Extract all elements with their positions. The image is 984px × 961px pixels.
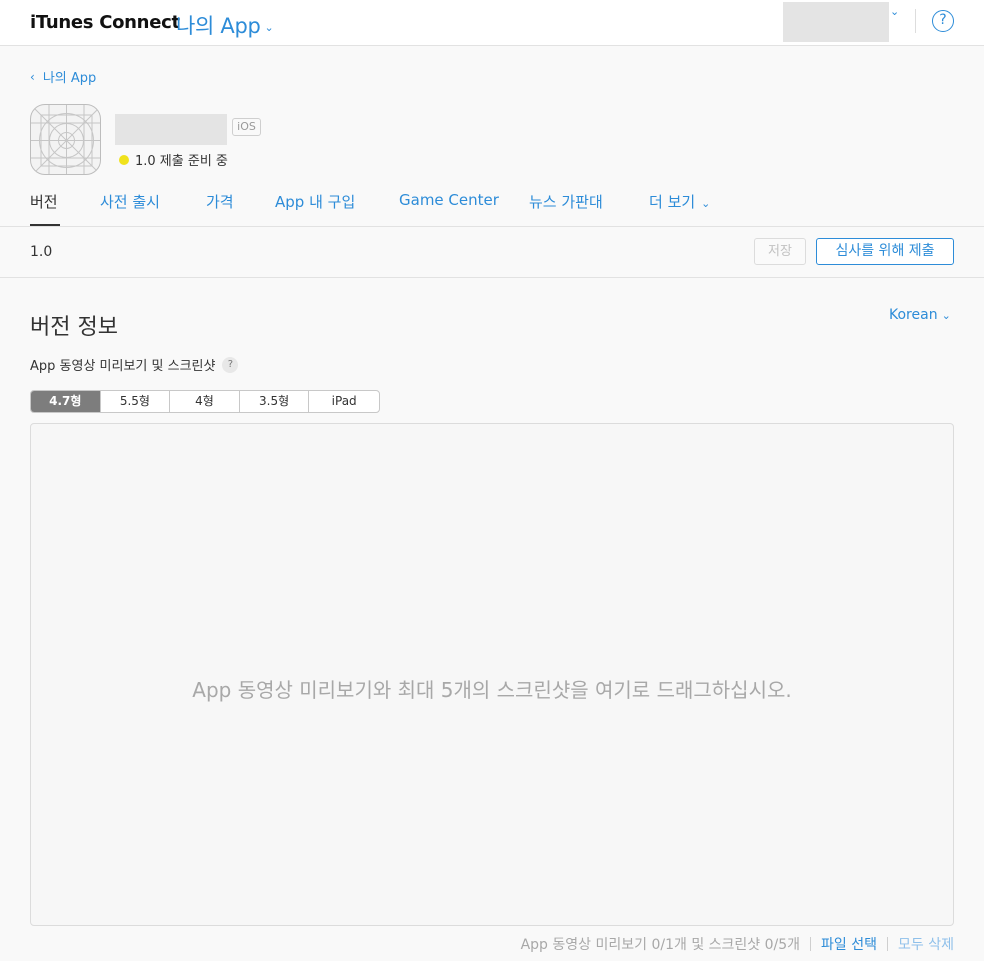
version-number: 1.0 — [30, 244, 53, 260]
chevron-down-icon: ⌄ — [264, 20, 274, 34]
device-size-tabs: 4.7형 5.5형 4형 3.5형 iPad — [30, 390, 380, 413]
media-label: App 동영상 미리보기 및 스크린샷 — [30, 359, 216, 374]
account-chevron-down-icon[interactable]: ⌄ — [890, 5, 899, 18]
tab-newsstand[interactable]: 뉴스 가판대 — [529, 191, 603, 212]
device-tab-ipad[interactable]: iPad — [309, 391, 379, 412]
choose-file-link[interactable]: 파일 선택 — [821, 934, 877, 954]
screenshot-dropzone[interactable]: App 동영상 미리보기와 최대 5개의 스크린샷을 여기로 드래그하십시오. — [30, 423, 954, 926]
chevron-left-icon: ‹ — [30, 69, 35, 84]
tab-prerelease[interactable]: 사전 출시 — [100, 191, 160, 212]
status-label: 1.0 제출 준비 중 — [135, 154, 228, 169]
help-icon[interactable]: ? — [932, 10, 954, 32]
language-label: Korean — [889, 307, 938, 323]
tab-game-center[interactable]: Game Center — [399, 191, 499, 209]
delete-all-link[interactable]: 모두 삭제 — [898, 934, 954, 954]
device-tab-3-5[interactable]: 3.5형 — [240, 391, 310, 412]
dropzone-hint: App 동영상 미리보기와 최대 5개의 스크린샷을 여기로 드래그하십시오. — [192, 678, 792, 702]
status-dot-icon — [119, 154, 129, 165]
media-section-label: App 동영상 미리보기 및 스크린샷 ? — [30, 355, 239, 374]
app-name-placeholder — [115, 114, 227, 145]
tab-more[interactable]: 더 보기 ⌄ — [649, 191, 710, 212]
top-bar: iTunes Connect 나의 App ⌄ ⌄ ? — [0, 0, 984, 46]
help-icon[interactable]: ? — [222, 356, 239, 373]
platform-badge: iOS — [232, 118, 261, 136]
tab-more-label: 더 보기 — [649, 193, 696, 211]
app-menu-label: 나의 App — [176, 14, 261, 38]
chevron-down-icon: ⌄ — [701, 197, 711, 210]
header-divider — [915, 9, 916, 33]
tab-pricing[interactable]: 가격 — [206, 191, 234, 212]
app-status: 1.0 제출 준비 중 — [119, 150, 228, 169]
device-tab-4-7[interactable]: 4.7형 — [31, 391, 101, 412]
tab-version[interactable]: 버전 — [30, 191, 58, 212]
device-tab-5-5[interactable]: 5.5형 — [101, 391, 171, 412]
save-button[interactable]: 저장 — [754, 238, 806, 265]
media-footer: App 동영상 미리보기 0/1개 및 스크린샷 0/5개 파일 선택 모두 삭… — [521, 934, 954, 954]
account-name[interactable] — [783, 2, 889, 42]
section-title: 버전 정보 — [30, 315, 118, 340]
chevron-down-icon: ⌄ — [941, 309, 951, 322]
submit-for-review-button[interactable]: 심사를 위해 제출 — [816, 238, 954, 265]
tabs-divider — [0, 226, 984, 227]
app-menu[interactable]: 나의 App ⌄ — [176, 10, 274, 40]
app-icon-grid-icon — [31, 105, 100, 174]
footer-divider — [887, 937, 889, 951]
brand-logo[interactable]: iTunes Connect — [30, 12, 180, 33]
back-link-label: 나의 App — [42, 71, 97, 86]
tab-in-app-purchases[interactable]: App 내 구입 — [275, 191, 355, 212]
language-selector[interactable]: Korean ⌄ — [889, 307, 951, 323]
toolbar-divider — [0, 277, 984, 278]
back-link[interactable]: ‹ 나의 App — [30, 67, 97, 87]
footer-divider — [810, 937, 812, 951]
app-icon-placeholder — [30, 104, 101, 175]
device-tab-4[interactable]: 4형 — [170, 391, 240, 412]
media-count: App 동영상 미리보기 0/1개 및 스크린샷 0/5개 — [520, 937, 801, 953]
